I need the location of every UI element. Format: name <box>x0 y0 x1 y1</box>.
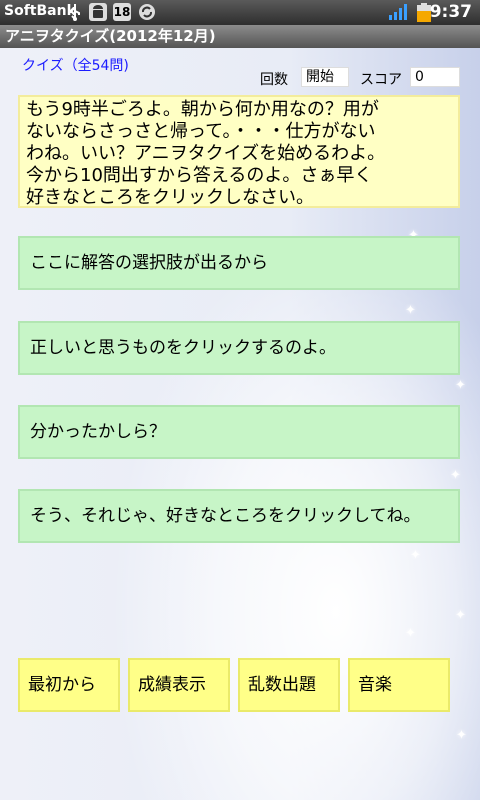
random-question-button[interactable]: 乱数出題 <box>238 658 340 712</box>
score-value: 0 <box>410 67 460 87</box>
signal-icon <box>388 3 410 21</box>
sparkle-icon: ✦ <box>410 548 421 563</box>
question-line: 好きなところをクリックしなさい。 <box>26 187 314 208</box>
status-bar: SoftBank 18 9:37 <box>0 0 480 25</box>
android-icon <box>89 3 107 21</box>
answer-choice-1[interactable]: ここに解答の選択肢が出るから <box>18 236 460 290</box>
sparkle-icon: ✦ <box>405 303 416 318</box>
sparkle-icon: ✦ <box>456 728 467 743</box>
app-title-bar: アニヲタクイズ(2012年12月) <box>0 25 480 48</box>
sparkle-icon: ✦ <box>455 608 466 623</box>
usb-icon <box>66 3 84 21</box>
quiz-screen: ✦ ✦ ✦ ✦ ✦ ✦ ✦ ✦ クイズ（全54問) 回数 開始 スコア 0 もう… <box>0 48 480 800</box>
question-line: ないならさっさと帰って。・・・仕方がない <box>26 121 376 142</box>
show-results-button[interactable]: 成績表示 <box>128 658 230 712</box>
answer-choice-3[interactable]: 分かったかしら？ <box>18 405 460 459</box>
question-line: わね。いい？アニヲタクイズを始めるわよ。 <box>26 143 386 164</box>
18-badge-icon: 18 <box>113 3 131 21</box>
sparkle-icon: ✦ <box>450 468 461 483</box>
restart-button[interactable]: 最初から <box>18 658 120 712</box>
answer-choice-4[interactable]: そう、それじゃ、好きなところをクリックしてね。 <box>18 489 460 543</box>
question-text-box[interactable]: もう9時半ごろよ。朝から何か用なの？用が ないならさっさと帰って。・・・仕方がな… <box>18 95 460 208</box>
sparkle-icon: ✦ <box>455 378 466 393</box>
quiz-total-label: クイズ（全54問) <box>22 58 129 74</box>
question-line: もう9時半ごろよ。朝から何か用なの？用が <box>26 99 379 120</box>
count-value: 開始 <box>301 67 349 87</box>
app-title: アニヲタクイズ(2012年12月) <box>5 27 216 45</box>
question-line: 今から10問出すから答えるのよ。さぁ早く <box>26 165 373 186</box>
answer-choice-2[interactable]: 正しいと思うものをクリックするのよ。 <box>18 321 460 375</box>
music-button[interactable]: 音楽 <box>348 658 450 712</box>
score-label: スコア <box>360 72 402 88</box>
clock: 9:37 <box>429 2 472 22</box>
sparkle-icon: ✦ <box>405 626 416 641</box>
count-label: 回数 <box>260 72 288 88</box>
sync-icon <box>138 3 156 21</box>
